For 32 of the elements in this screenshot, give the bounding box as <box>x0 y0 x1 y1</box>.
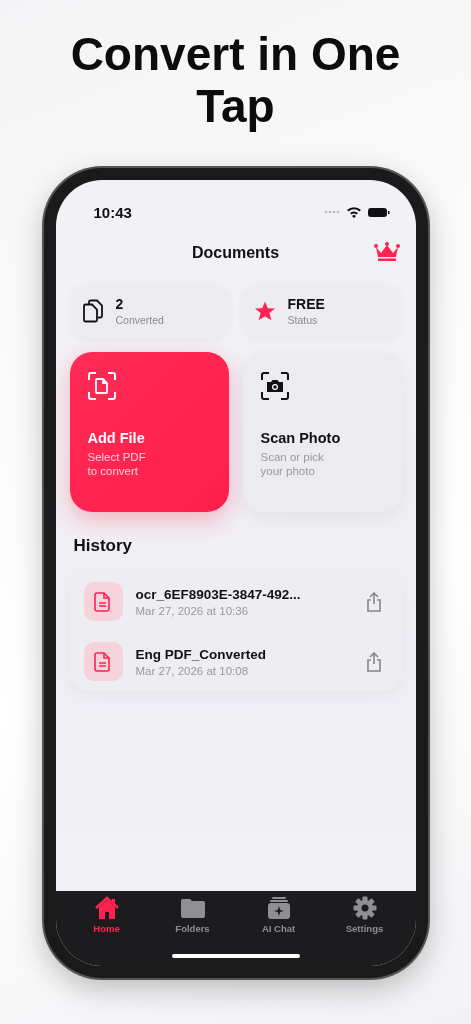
tab-item[interactable]: Home <box>71 896 142 940</box>
screen-title: Documents <box>191 244 280 262</box>
home-icon <box>93 896 120 920</box>
status-time: 10:43 <box>93 203 132 221</box>
stat-value: FREE <box>287 296 325 312</box>
action-card[interactable]: Add File Select PDF to convert <box>69 352 229 512</box>
wifi-icon <box>345 206 362 218</box>
action-card[interactable]: Scan Photo Scan or pick your photo <box>242 352 402 512</box>
file-name[interactable]: ocr_6EF8903E-3847-492... <box>135 586 347 602</box>
stat-label: Status <box>287 314 319 326</box>
file-date: Mar 27, 2026 at 10:08 <box>135 664 250 677</box>
section-heading: History <box>73 536 134 556</box>
file-date: Mar 27, 2026 at 10:36 <box>135 604 250 617</box>
document-scan-icon <box>87 372 116 400</box>
crown-icon[interactable] <box>373 242 400 262</box>
headline: Convert in One Tap <box>69 28 402 132</box>
camera-scan-icon <box>260 372 289 400</box>
document-icon <box>83 582 123 621</box>
battery-icon <box>367 207 390 217</box>
signal-icon <box>323 210 340 214</box>
document-icon <box>83 642 123 681</box>
sparkle-stack-icon <box>265 896 292 920</box>
tab-item[interactable]: AI Chat <box>243 896 314 940</box>
file-name[interactable]: Eng PDF_Converted <box>135 646 347 662</box>
documents-icon <box>81 299 104 323</box>
tab-item[interactable]: Settings <box>329 896 400 940</box>
folder-icon <box>179 896 206 920</box>
star-icon <box>253 300 276 322</box>
stat-value: 2 <box>115 296 125 312</box>
tab-item[interactable]: Folders <box>157 896 228 940</box>
stat-label: Converted <box>115 314 164 326</box>
settings-icon <box>351 896 378 920</box>
